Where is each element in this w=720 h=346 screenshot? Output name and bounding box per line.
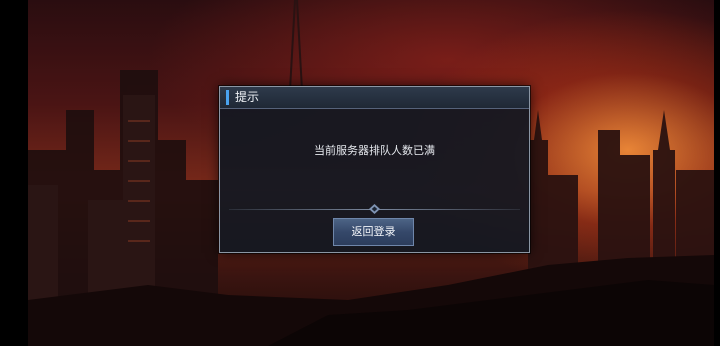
return-login-button[interactable]: 返回登录 [333,218,414,246]
letterbox-right [714,0,720,346]
dialog-message: 当前服务器排队人数已满 [314,144,435,157]
dialog-header: 提示 [220,87,529,109]
diamond-ornament-icon [369,204,380,214]
game-screen: 提示 当前服务器排队人数已满 返回登录 [0,0,720,346]
letterbox-left [0,0,28,346]
dialog-title: 提示 [235,90,260,104]
notice-dialog: 提示 当前服务器排队人数已满 返回登录 [219,86,530,253]
header-accent-bar [226,90,229,105]
